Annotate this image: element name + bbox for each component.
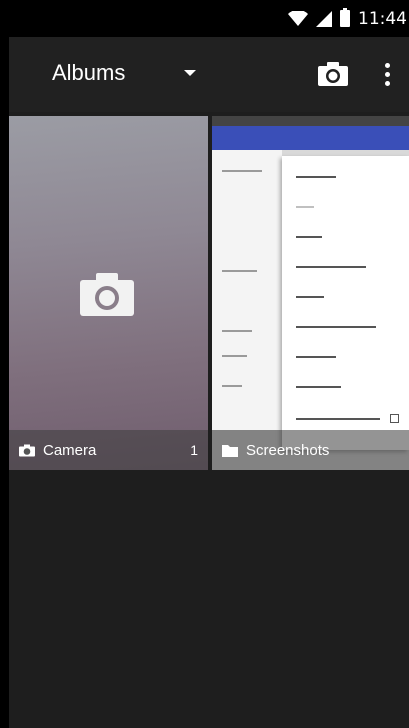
wifi-icon — [288, 10, 308, 26]
album-label-bar: Camera 1 — [9, 430, 208, 470]
status-bar: 11:44 — [9, 0, 409, 37]
camera-button[interactable] — [315, 59, 351, 89]
album-tile-camera[interactable]: Camera 1 — [9, 116, 208, 470]
thumbnail-status-bar — [212, 116, 409, 126]
dropdown-arrow-icon — [184, 70, 197, 76]
cell-signal-icon — [316, 10, 332, 27]
toolbar: Albums — [9, 37, 409, 112]
album-name: Camera — [43, 441, 97, 459]
overflow-dot — [384, 80, 390, 86]
thumbnail-menu-line — [296, 236, 322, 238]
album-tile-screenshots[interactable]: Screenshots — [212, 116, 409, 470]
thumbnail-page — [212, 150, 282, 430]
clock: 11:44 — [358, 8, 407, 29]
thumbnail-menu-line — [296, 206, 314, 208]
camera-icon — [19, 444, 35, 456]
thumbnail-text-line — [222, 385, 242, 387]
folder-icon — [222, 444, 238, 457]
thumbnail-menu-line — [296, 356, 336, 358]
thumbnail-menu-line — [296, 386, 341, 388]
album-label-bar: Screenshots — [212, 430, 409, 470]
thumbnail-text-line — [222, 355, 247, 357]
thumbnail-text-line — [222, 270, 257, 272]
album-count: 1 — [190, 442, 198, 458]
thumbnail-menu-line — [296, 418, 380, 420]
thumbnail-menu-line — [296, 326, 376, 328]
status-icons: 11:44 — [288, 0, 409, 37]
camera-icon — [318, 62, 348, 86]
thumbnail-checkbox — [390, 414, 399, 423]
thumbnail-url-bar — [212, 126, 409, 150]
overflow-dot — [384, 71, 390, 77]
thumbnail-menu-line — [296, 266, 366, 268]
thumbnail-text-line — [222, 170, 262, 172]
thumbnail-menu — [282, 156, 409, 450]
albums-view-dropdown[interactable]: Albums — [52, 57, 197, 89]
thumbnail-text-line — [222, 330, 252, 332]
toolbar-title: Albums — [52, 60, 126, 85]
album-name: Screenshots — [246, 441, 330, 459]
camera-placeholder-icon — [80, 273, 134, 316]
gallery-screen: 11:44 Albums Camera 1 Screenshots — [9, 0, 409, 728]
battery-icon — [340, 8, 350, 27]
thumbnail-menu-line — [296, 296, 324, 298]
overflow-dot — [384, 62, 390, 68]
more-options-button[interactable] — [379, 57, 395, 91]
thumbnail-menu-line — [296, 176, 336, 178]
